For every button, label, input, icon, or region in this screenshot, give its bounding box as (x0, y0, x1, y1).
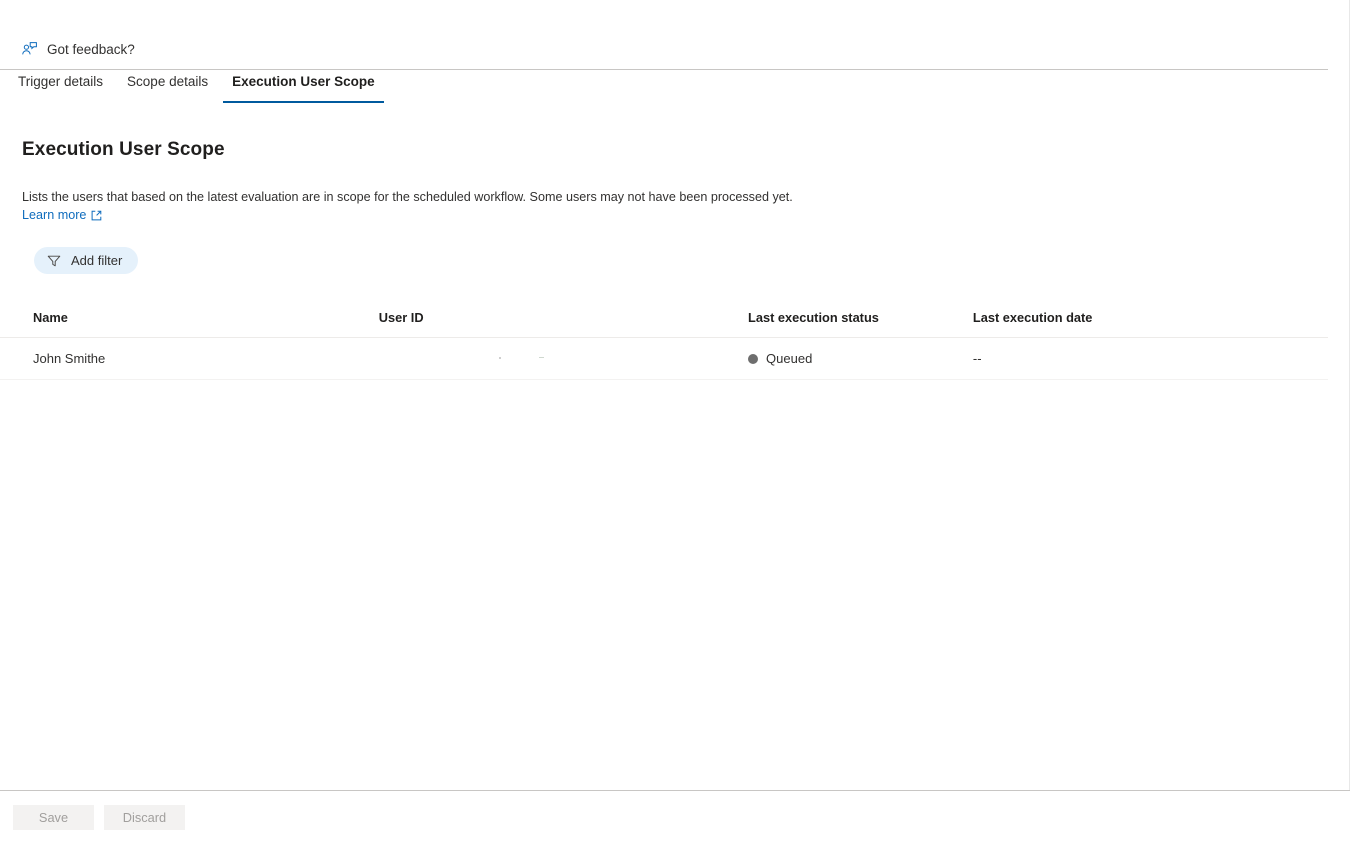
tab-label: Scope details (127, 74, 209, 89)
footer-action-bar: Save Discard (0, 790, 1350, 844)
tab-trigger-details[interactable]: Trigger details (6, 71, 115, 103)
tab-execution-user-scope[interactable]: Execution User Scope (220, 71, 387, 103)
table-header-row: Name User ID Last execution status Last … (0, 310, 1328, 338)
main-content: Execution User Scope Lists the users tha… (0, 107, 1328, 380)
tab-scope-details[interactable]: Scope details (115, 71, 220, 103)
column-header-user-id[interactable]: User ID (378, 310, 749, 338)
tab-bar: Trigger details Scope details Execution … (0, 71, 1328, 107)
save-button[interactable]: Save (13, 805, 94, 830)
got-feedback-label: Got feedback? (47, 42, 135, 57)
discard-button[interactable]: Discard (104, 805, 185, 830)
cell-last-execution-status: Queued (748, 337, 973, 380)
execution-user-scope-page: Got feedback? Trigger details Scope deta… (0, 0, 1350, 844)
learn-more-label: Learn more (22, 208, 87, 222)
column-header-last-execution-date[interactable]: Last execution date (972, 310, 1328, 338)
external-link-icon (91, 210, 102, 221)
status-badge: Queued (766, 351, 813, 366)
got-feedback-link[interactable]: Got feedback? (21, 41, 135, 58)
cell-last-execution-date: -- (972, 337, 1328, 380)
add-filter-label: Add filter (71, 253, 123, 268)
cell-user-id (378, 337, 749, 380)
feedback-person-icon (21, 41, 38, 58)
table-body: John Smithe Queued -- (0, 337, 1328, 380)
user-id-redacted-value (379, 352, 748, 366)
column-header-last-execution-status[interactable]: Last execution status (748, 310, 973, 338)
cell-name: John Smithe (0, 337, 379, 380)
learn-more-link[interactable]: Learn more (22, 208, 102, 222)
add-filter-button[interactable]: Add filter (34, 247, 139, 274)
tab-label: Trigger details (18, 74, 104, 89)
table-row[interactable]: John Smithe Queued -- (0, 337, 1328, 380)
column-header-name[interactable]: Name (0, 310, 379, 338)
table-header: Name User ID Last execution status Last … (0, 310, 1328, 338)
page-title: Execution User Scope (22, 139, 225, 160)
filter-toolbar: Add filter (34, 247, 1328, 274)
execution-user-scope-table: Name User ID Last execution status Last … (0, 310, 1328, 380)
funnel-icon (47, 254, 61, 268)
page-description: Lists the users that based on the latest… (22, 190, 793, 204)
tab-label: Execution User Scope (232, 74, 375, 89)
status-dot-icon (748, 353, 759, 364)
feedback-bar: Got feedback? (0, 0, 1328, 70)
